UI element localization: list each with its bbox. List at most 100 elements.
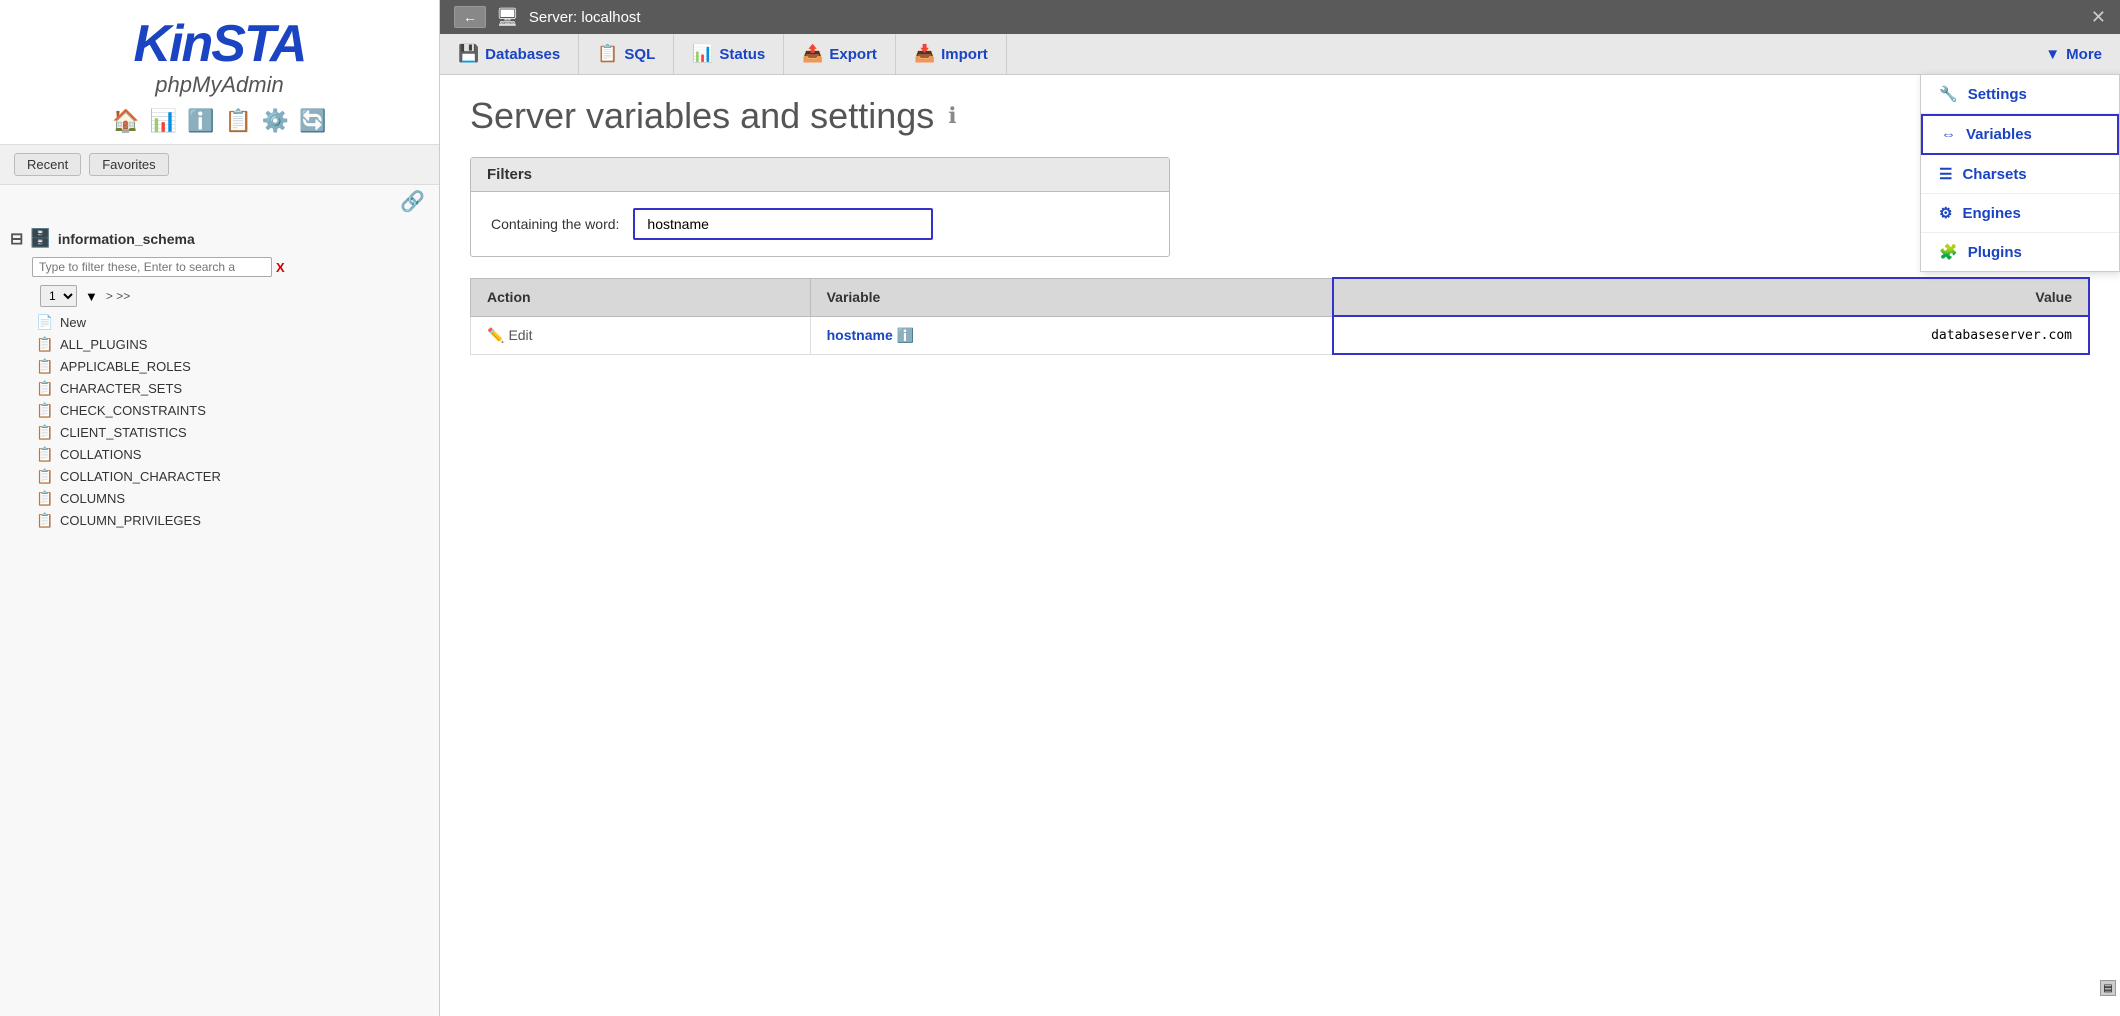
filter-input[interactable]: [32, 257, 272, 277]
favorites-button[interactable]: Favorites: [89, 153, 168, 176]
table-icon: 📋: [36, 336, 54, 352]
edit-label: Edit: [508, 327, 532, 343]
filter-row: X: [8, 253, 431, 281]
list-item-collation-character[interactable]: 📋 COLLATION_CHARACTER: [8, 465, 431, 487]
action-cell: ✏️ Edit: [471, 316, 811, 354]
value-column-header: Value: [1333, 278, 2089, 316]
table-icon: 📋: [36, 446, 54, 462]
list-item-column-privileges[interactable]: 📋 COLUMN_PRIVILEGES: [8, 509, 431, 531]
page-select[interactable]: 1: [40, 285, 77, 307]
tab-import[interactable]: 📥 Import: [896, 34, 1007, 74]
more-dropdown: 🔧 Settings ⇔ Variables ☰ Charsets ⚙ Engi…: [1920, 74, 2120, 272]
refresh-icon[interactable]: 🔄: [299, 108, 326, 134]
close-button[interactable]: ✕: [2091, 7, 2106, 28]
tab-export[interactable]: 📤 Export: [784, 34, 896, 74]
table-icon: 📋: [36, 490, 54, 506]
pencil-icon: ✏️: [487, 327, 504, 344]
page-title: Server variables and settings: [470, 95, 934, 137]
dropdown-item-label: Variables: [1966, 126, 2032, 143]
copy-icon[interactable]: 📋: [225, 108, 252, 134]
nav-tabs: 💾 Databases 📋 SQL 📊 Status 📤 Export 📥 Im…: [440, 34, 2120, 75]
table-icon: 📋: [36, 468, 54, 484]
variable-info-icon[interactable]: ℹ️: [897, 327, 914, 343]
page-info-icon[interactable]: ℹ: [948, 103, 956, 129]
action-column-header: Action: [471, 278, 811, 316]
server-icon: 🖥: [496, 7, 519, 28]
main-area: ← 🖥 Server: localhost ✕ 💾 Databases 📋 SQ…: [440, 0, 2120, 1016]
filter-clear-button[interactable]: X: [276, 260, 285, 275]
db-header: ⊟ 🗄️ information_schema: [8, 224, 431, 253]
kinsta-logo: KinSTA: [20, 18, 419, 70]
list-item-label: COLLATIONS: [60, 447, 141, 462]
dropdown-item-label: Charsets: [1962, 166, 2026, 183]
hostname-link[interactable]: hostname: [827, 327, 893, 343]
tab-status[interactable]: 📊 Status: [674, 34, 784, 74]
dropdown-plugins[interactable]: 🧩 Plugins: [1921, 233, 2119, 271]
tab-label: Databases: [485, 46, 560, 63]
filters-box: Filters Containing the word:: [470, 157, 1170, 257]
chart-icon[interactable]: 📊: [150, 108, 177, 134]
import-icon: 📥: [914, 44, 935, 64]
dropdown-item-label: Settings: [1968, 86, 2027, 103]
gear-icon[interactable]: ⚙️: [262, 108, 289, 134]
list-item-label: ALL_PLUGINS: [60, 337, 147, 352]
list-item-collations[interactable]: 📋 COLLATIONS: [8, 443, 431, 465]
settings-icon: 🔧: [1939, 85, 1958, 103]
list-item-character-sets[interactable]: 📋 CHARACTER_SETS: [8, 377, 431, 399]
list-item-label: CHARACTER_SETS: [60, 381, 182, 396]
list-item-label: APPLICABLE_ROLES: [60, 359, 191, 374]
more-label: More: [2066, 46, 2102, 63]
db-tree: ⊟ 🗄️ information_schema X 1 ▼ > >> 📄 New…: [0, 218, 439, 1016]
dropdown-charsets[interactable]: ☰ Charsets: [1921, 155, 2119, 194]
export-icon: 📤: [802, 44, 823, 64]
table-icon: 📋: [36, 512, 54, 528]
next-page-button[interactable]: > >>: [106, 289, 130, 303]
charsets-icon: ☰: [1939, 165, 1952, 183]
table-icon: 📋: [36, 358, 54, 374]
list-item-label: New: [60, 315, 86, 330]
table-row: ✏️ Edit hostname ℹ️ databaseserver.com: [471, 316, 2090, 354]
dropdown-engines[interactable]: ⚙ Engines: [1921, 194, 2119, 233]
list-item-label: CLIENT_STATISTICS: [60, 425, 187, 440]
tab-more[interactable]: ▼ More 🔧 Settings ⇔ Variables ☰ Charsets…: [2027, 34, 2120, 74]
info-icon[interactable]: ℹ️: [187, 108, 214, 134]
dropdown-variables[interactable]: ⇔ Variables: [1921, 114, 2119, 155]
list-item-applicable-roles[interactable]: 📋 APPLICABLE_ROLES: [8, 355, 431, 377]
tab-label: SQL: [624, 46, 655, 63]
dropdown-item-label: Engines: [1962, 205, 2020, 222]
back-button[interactable]: ←: [454, 6, 486, 28]
dropdown-settings[interactable]: 🔧 Settings: [1921, 75, 2119, 114]
logo-icons: 🏠 📊 ℹ️ 📋 ⚙️ 🔄: [20, 108, 419, 134]
filter-word-label: Containing the word:: [491, 216, 619, 232]
new-icon: 📄: [36, 314, 54, 330]
tab-label: Import: [941, 46, 988, 63]
databases-icon: 💾: [458, 44, 479, 64]
filter-word-input[interactable]: [633, 208, 933, 240]
sidebar-nav-row: Recent Favorites: [0, 145, 439, 185]
table-icon: 📋: [36, 402, 54, 418]
recent-button[interactable]: Recent: [14, 153, 81, 176]
home-icon[interactable]: 🏠: [112, 108, 139, 134]
edit-link[interactable]: ✏️ Edit: [487, 327, 794, 344]
variable-cell: hostname ℹ️: [810, 316, 1333, 354]
sql-icon: 📋: [597, 44, 618, 64]
logo-area: KinSTA phpMyAdmin 🏠 📊 ℹ️ 📋 ⚙️ 🔄: [0, 0, 439, 145]
list-item-columns[interactable]: 📋 COLUMNS: [8, 487, 431, 509]
page-nav: 1 ▼ > >>: [8, 281, 431, 311]
results-table: Action Variable Value ✏️ Edit hostname: [470, 277, 2090, 355]
list-item-client-statistics[interactable]: 📋 CLIENT_STATISTICS: [8, 421, 431, 443]
table-icon: 📋: [36, 380, 54, 396]
list-item-label: COLUMNS: [60, 491, 125, 506]
list-item-new[interactable]: 📄 New: [8, 311, 431, 333]
tab-databases[interactable]: 💾 Databases: [440, 34, 579, 74]
list-item-all-plugins[interactable]: 📋 ALL_PLUGINS: [8, 333, 431, 355]
list-item-check-constraints[interactable]: 📋 CHECK_CONSTRAINTS: [8, 399, 431, 421]
scroll-icon: ▤: [2103, 983, 2112, 994]
collapse-button[interactable]: ⊟: [10, 229, 23, 249]
page-title-row: Server variables and settings ℹ: [470, 95, 2090, 137]
tab-sql[interactable]: 📋 SQL: [579, 34, 674, 74]
titlebar: ← 🖥 Server: localhost ✕: [440, 0, 2120, 34]
db-name[interactable]: information_schema: [58, 231, 195, 247]
filters-header: Filters: [471, 158, 1169, 192]
list-item-label: COLLATION_CHARACTER: [60, 469, 221, 484]
